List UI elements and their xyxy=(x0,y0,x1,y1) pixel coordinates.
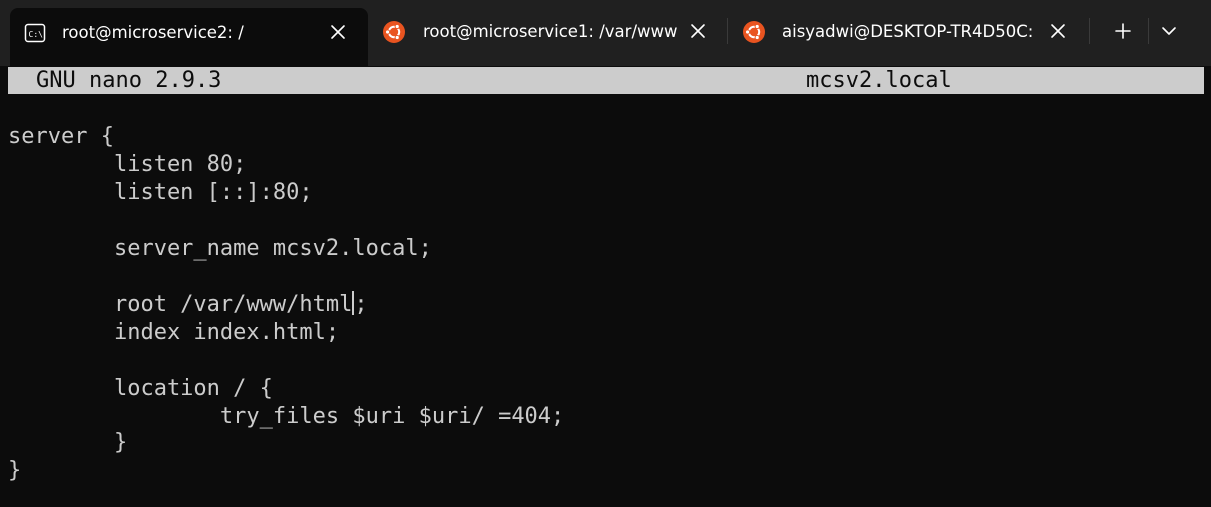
ubuntu-icon xyxy=(383,21,405,43)
cmd-icon: C:\ xyxy=(24,23,46,43)
nano-title-bar: GNU nano 2.9.3 mcsv2.local xyxy=(8,67,1204,94)
ubuntu-icon xyxy=(743,21,765,43)
nano-filename: mcsv2.local xyxy=(806,68,952,93)
code-line: server_name mcsv2.local; xyxy=(8,236,432,261)
code-line: try_files $uri $uri/ =404; xyxy=(8,404,565,429)
terminal-pane[interactable]: GNU nano 2.9.3 mcsv2.local server { list… xyxy=(0,66,1211,507)
code-line: index index.html; xyxy=(8,320,340,345)
code-line: } xyxy=(8,458,22,483)
code-line: listen 80; xyxy=(8,152,247,177)
code-text: root /var/www/html xyxy=(8,292,353,317)
code-line: } xyxy=(8,430,128,455)
code-line: location / { xyxy=(8,376,273,401)
code-text: ; xyxy=(354,292,368,317)
tab-separator xyxy=(1148,18,1149,44)
code-line-cursor: root /var/www/html; xyxy=(8,291,368,319)
code-line: listen [::]:80; xyxy=(8,180,313,205)
code-line: server { xyxy=(8,124,114,149)
close-icon[interactable] xyxy=(1049,22,1067,40)
tab-microservice1[interactable]: root@microservice1: /var/www xyxy=(370,8,726,58)
plus-icon xyxy=(1115,23,1131,39)
new-tab-button[interactable] xyxy=(1105,14,1141,48)
close-icon[interactable] xyxy=(689,22,707,40)
tab-desktop[interactable]: aisyadwi@DESKTOP-TR4D50C: xyxy=(728,8,1086,58)
chevron-down-icon xyxy=(1162,27,1176,35)
tab-title: root@microservice2: / xyxy=(62,23,244,42)
tab-bar: C:\ root@microservice2: / root@microserv… xyxy=(0,0,1211,66)
tab-microservice2[interactable]: C:\ root@microservice2: / xyxy=(10,8,368,66)
tab-separator xyxy=(1089,18,1090,44)
tab-title: root@microservice1: /var/www xyxy=(423,22,678,41)
profiles-dropdown-button[interactable] xyxy=(1151,14,1187,48)
svg-text:C:\: C:\ xyxy=(29,30,44,39)
nano-version: GNU nano 2.9.3 xyxy=(36,68,222,93)
close-icon[interactable] xyxy=(329,23,347,41)
tab-title: aisyadwi@DESKTOP-TR4D50C: xyxy=(782,22,1034,41)
